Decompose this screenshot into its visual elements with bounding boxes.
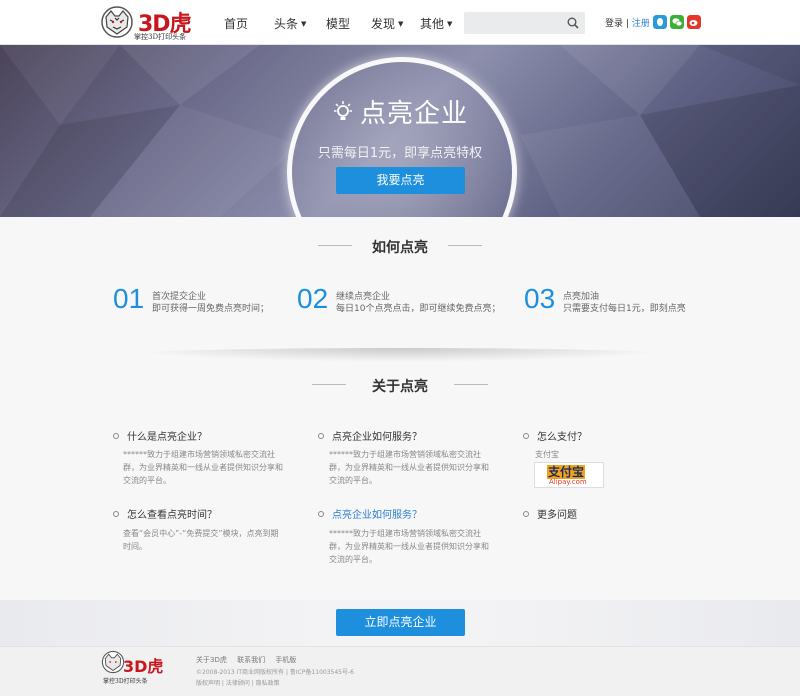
hero-banner: 点亮企业 只需每日1元，即享点亮特权 我要点亮 xyxy=(0,45,800,217)
lightbulb-icon xyxy=(333,101,352,120)
step-1: 01 首次提交企业 即可获得一周免费点亮时间； xyxy=(113,283,303,317)
faq-question-text: 怎么支付？ xyxy=(537,432,587,443)
faq-question-text: 点亮企业如何服务？ xyxy=(332,510,422,521)
footer-policy-links[interactable]: 版权声明 | 法律顾问 | 隐私政策 xyxy=(196,678,280,687)
step-number: 02 xyxy=(297,283,329,314)
alipay-main: 支付宝 xyxy=(547,465,586,479)
site-logo[interactable]: 3D虎 掌控3D打印头条 xyxy=(100,5,192,43)
footer-link-mobile[interactable]: 手机版 xyxy=(275,656,296,664)
light-up-now-button[interactable]: 立即点亮企业 xyxy=(336,609,465,636)
step-number: 01 xyxy=(113,283,145,314)
caret-down-icon: ▼ xyxy=(398,20,404,28)
more-questions-link[interactable]: 更多问题 xyxy=(523,506,577,521)
caret-down-icon: ▼ xyxy=(447,20,453,28)
section-line-right xyxy=(448,245,482,246)
circle-bullet-icon xyxy=(113,433,119,439)
tiger-logo-icon xyxy=(101,6,133,38)
how-section-title: 如何点亮 xyxy=(372,240,428,256)
footer-link-contact[interactable]: 联系我们 xyxy=(237,656,265,664)
about-section-title: 关于点亮 xyxy=(372,379,428,395)
page-footer: 3D虎 掌控3D打印头条 关于3D虎 联系我们 手机版 ©2008-2013 I… xyxy=(0,646,800,696)
circle-bullet-icon xyxy=(523,433,529,439)
auth-links: 登录 | 注册 xyxy=(605,16,650,29)
top-header: 3D虎 掌控3D打印头条 首页 头条 ▼ 模型 发现 ▼ 其他 ▼ 登录 | 注册 xyxy=(0,0,800,45)
nav-home[interactable]: 首页 xyxy=(224,15,248,32)
step-desc: 每日10个点亮点击，即可继续免费点亮； xyxy=(336,304,501,314)
hero-title-text: 点亮企业 xyxy=(359,99,468,129)
faq-answer: ******致力于组建市场营销领域私密交流社群，为业界精英和一线从业者提供知识分… xyxy=(329,529,489,564)
footer-link-about[interactable]: 关于3D虎 xyxy=(196,656,227,664)
section-divider xyxy=(120,348,680,362)
footer-copyright: ©2008-2013 IT商业网版权所有 | 鲁ICP备11003545号-6 xyxy=(196,669,354,676)
faq-answer: 查看“会员中心”-“免费提交”模块，点亮到期时间。 xyxy=(123,529,279,551)
nav-other[interactable]: 其他 ▼ xyxy=(420,15,452,32)
faq-question[interactable]: 点亮企业如何服务？ xyxy=(318,428,422,443)
step-3: 03 点亮加油 只需要支付每日1元，即刻点亮 xyxy=(524,283,694,317)
faq-question[interactable]: 什么是点亮企业？ xyxy=(113,428,207,443)
circle-bullet-icon xyxy=(523,511,529,517)
tiger-logo-icon xyxy=(101,650,125,674)
step-2: 02 继续点亮企业 每日10个点亮点击，即可继续免费点亮； xyxy=(297,283,517,317)
nav-headlines-label: 头条 xyxy=(274,17,299,31)
step-desc: 只需要支付每日1元，即刻点亮 xyxy=(563,304,686,314)
wechat-icon[interactable] xyxy=(670,15,684,29)
faq-question-text: 怎么查看点亮时间？ xyxy=(127,510,217,521)
nav-models[interactable]: 模型 xyxy=(326,15,350,32)
alipay-domain: Alipay.com xyxy=(549,478,587,486)
logo-slogan: 掌控3D打印头条 xyxy=(134,33,187,41)
hero-title: 点亮企业 xyxy=(0,93,800,130)
section-line-right xyxy=(454,384,488,385)
light-up-button[interactable]: 我要点亮 xyxy=(336,167,465,194)
faq-question-text: 点亮企业如何服务？ xyxy=(332,432,422,443)
login-link[interactable]: 登录 xyxy=(605,19,623,29)
nav-other-label: 其他 xyxy=(420,17,445,31)
circle-bullet-icon xyxy=(113,511,119,517)
faq-question-active[interactable]: 点亮企业如何服务？ xyxy=(318,506,422,521)
faq-answer: ******致力于组建市场营销领域私密交流社群，为业界精英和一线从业者提供知识分… xyxy=(329,450,489,485)
footer-logo-slogan: 掌控3D打印头条 xyxy=(103,678,148,685)
nav-discover[interactable]: 发现 ▼ xyxy=(371,15,403,32)
faq-question-text: 更多问题 xyxy=(537,510,577,521)
search-box xyxy=(464,12,585,34)
caret-down-icon: ▼ xyxy=(301,20,307,28)
weibo-icon[interactable] xyxy=(687,15,701,29)
search-input[interactable] xyxy=(464,12,564,34)
footer-links: 关于3D虎 联系我们 手机版 xyxy=(196,655,304,665)
footer-logo[interactable]: 3D虎 掌控3D打印头条 xyxy=(101,650,181,690)
qq-icon[interactable] xyxy=(653,15,667,29)
nav-home-label: 首页 xyxy=(224,17,249,31)
auth-separator: | xyxy=(625,19,629,29)
nav-headlines[interactable]: 头条 ▼ xyxy=(274,15,306,32)
footer-logo-brand: 3D虎 xyxy=(123,657,164,676)
step-number: 03 xyxy=(524,283,556,314)
faq-question[interactable]: 怎么查看点亮时间？ xyxy=(113,506,217,521)
circle-bullet-icon xyxy=(318,433,324,439)
nav-discover-label: 发现 xyxy=(371,17,396,31)
faq-question[interactable]: 怎么支付？ xyxy=(523,428,587,443)
faq-question-text: 什么是点亮企业？ xyxy=(127,432,207,443)
register-link[interactable]: 注册 xyxy=(632,19,650,29)
circle-bullet-icon xyxy=(318,511,324,517)
search-icon[interactable] xyxy=(567,17,579,29)
step-desc: 即可获得一周免费点亮时间； xyxy=(152,304,270,314)
alipay-logo[interactable]: 支付宝 Alipay.com xyxy=(534,462,604,488)
pay-method-label: 支付宝 xyxy=(535,450,559,459)
faq-answer: ******致力于组建市场营销领域私密交流社群，为业界精英和一线从业者提供知识分… xyxy=(123,450,283,485)
hero-subtitle: 只需每日1元，即享点亮特权 xyxy=(317,146,483,161)
nav-models-label: 模型 xyxy=(326,17,351,31)
